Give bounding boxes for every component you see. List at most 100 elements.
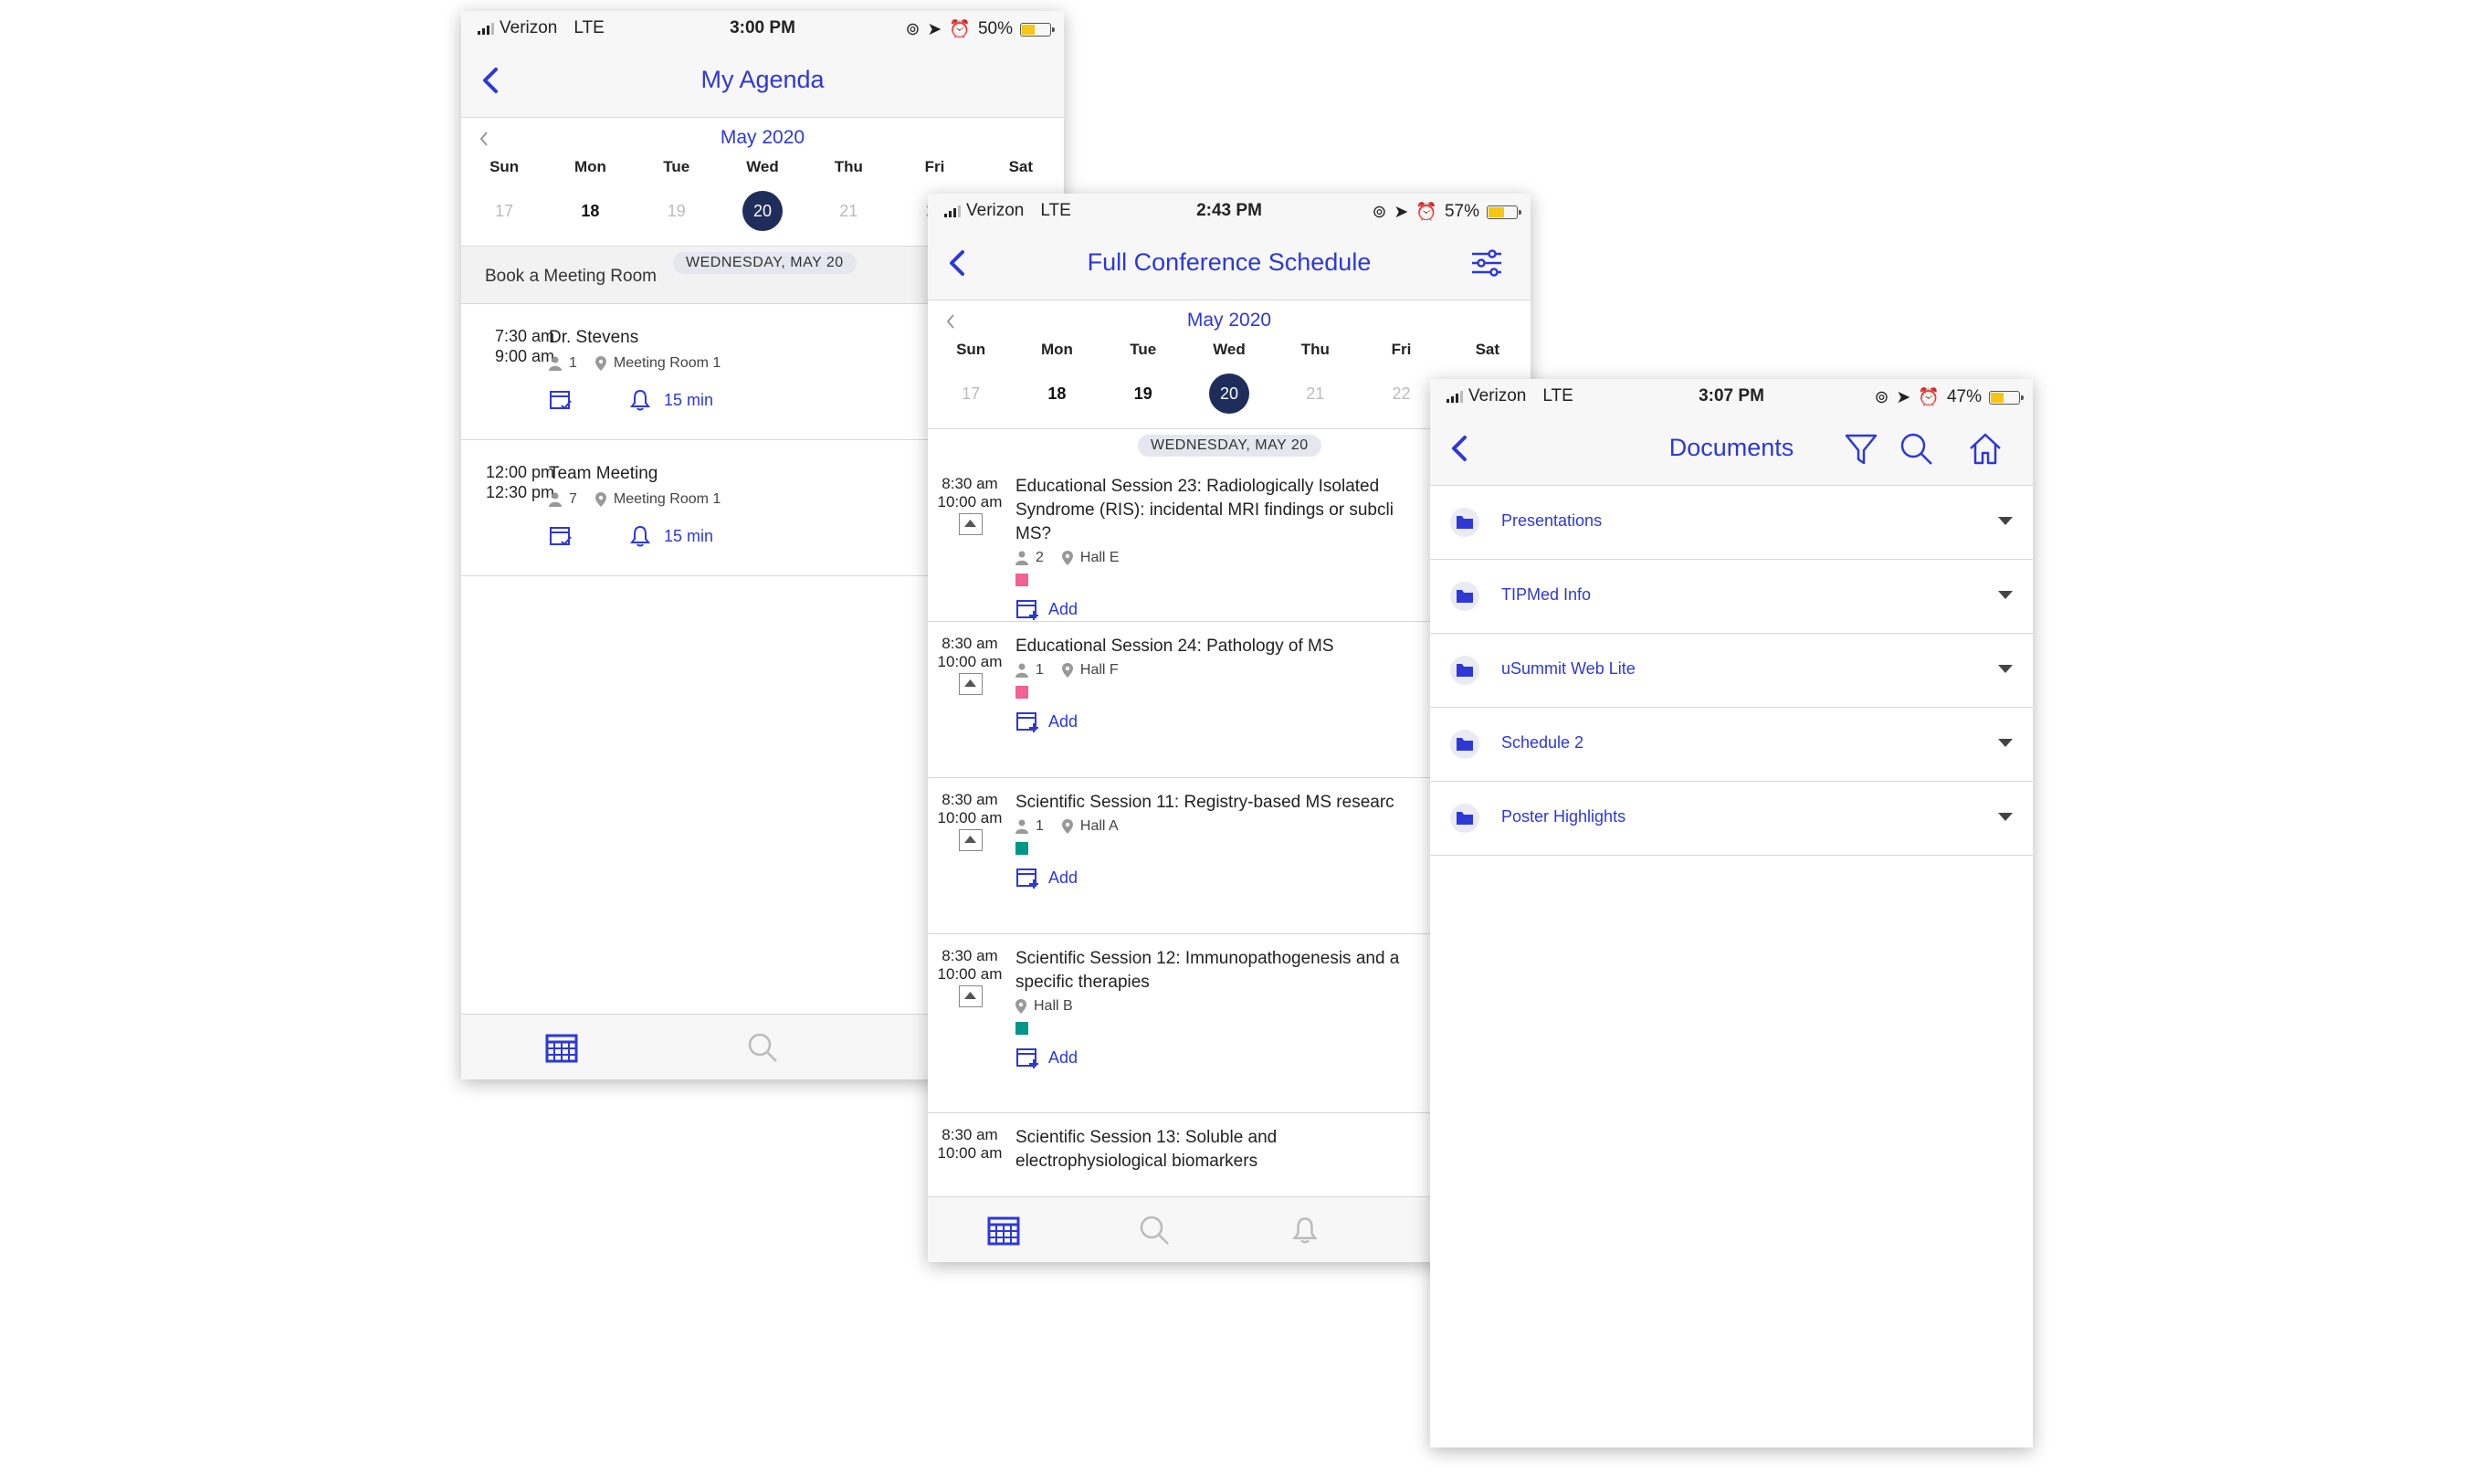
folder-row[interactable]: uSummit Web Lite <box>1430 634 2033 708</box>
status-bar: Verizon LTE 3:07 PM ⊚ ➤ ⏰ 47% <box>1430 379 2033 412</box>
folder-label: Poster Highlights <box>1501 807 1626 826</box>
location-pin-icon <box>594 356 606 371</box>
location-name: Meeting Room 1 <box>613 491 721 507</box>
expand-up-icon[interactable] <box>959 673 983 695</box>
tab-calendar[interactable] <box>461 1015 662 1079</box>
folder-row[interactable]: Poster Highlights <box>1430 782 2033 856</box>
location-name: Hall E <box>1079 550 1120 565</box>
expand-up-icon[interactable] <box>959 985 983 1007</box>
attendee-count: 2 <box>1036 550 1044 565</box>
reminder-time[interactable]: 15 min <box>664 391 713 410</box>
calendar-date[interactable]: 18 <box>1014 374 1099 414</box>
nav-bar: Full Conference Schedule <box>928 226 1531 300</box>
expand-caret-icon[interactable] <box>1998 739 2013 747</box>
location-name: Meeting Room 1 <box>613 355 721 371</box>
weekday-label: Sat <box>1475 341 1500 358</box>
day-header: WEDNESDAY, MAY 20 <box>673 252 857 274</box>
calendar-check-icon[interactable] <box>549 524 573 548</box>
folder-row[interactable]: Schedule 2 <box>1430 708 2033 782</box>
expand-caret-icon[interactable] <box>1998 665 2013 673</box>
weekday-row: Sun Mon Tue Wed Thu Fri Sat <box>928 341 1531 359</box>
location-name: Hall F <box>1079 662 1119 678</box>
battery-percent: 47% <box>1946 387 1982 406</box>
location-pin-icon <box>1061 819 1073 834</box>
bell-icon[interactable] <box>629 525 651 547</box>
calendar-date[interactable]: 19 <box>634 191 720 231</box>
calendar-add-icon <box>1016 868 1038 889</box>
search-icon <box>1140 1216 1169 1245</box>
bell-icon[interactable] <box>629 389 651 411</box>
calendar-date-selected[interactable]: 20 <box>720 191 805 231</box>
folder-label: TIPMed Info <box>1501 585 1592 604</box>
calendar-add-icon <box>1016 712 1038 732</box>
search-icon[interactable] <box>1898 430 1934 467</box>
weekday-label: Wed <box>1213 341 1246 358</box>
calendar-check-icon[interactable] <box>549 388 573 412</box>
page-title: Documents <box>1668 434 1794 461</box>
filter-sliders-icon[interactable] <box>1468 245 1505 281</box>
tab-search[interactable] <box>1078 1197 1229 1262</box>
expand-caret-icon[interactable] <box>1998 591 2013 599</box>
track-color-tag <box>1015 686 1028 699</box>
attendee-count: 1 <box>1036 818 1044 834</box>
calendar-date[interactable]: 17 <box>461 191 547 231</box>
add-label: Add <box>1048 711 1078 731</box>
add-label: Add <box>1048 1047 1078 1067</box>
weekday-label: Sun <box>489 158 520 175</box>
calendar-date[interactable]: 19 <box>1100 374 1186 414</box>
track-color-tag <box>1015 574 1028 586</box>
battery-percent: 57% <box>1444 202 1479 221</box>
weekday-label: Tue <box>663 158 690 175</box>
agenda-item-title: Dr. Stevens <box>549 328 639 347</box>
nav-bar: Documents <box>1430 412 2033 486</box>
expand-up-icon[interactable] <box>959 513 983 535</box>
calendar-grid-icon <box>987 1216 1019 1246</box>
folder-icon <box>1450 730 1479 759</box>
location-icon: ➤ <box>1896 387 1911 407</box>
folder-row[interactable]: Presentations <box>1430 486 2033 560</box>
calendar-date[interactable]: 17 <box>928 374 1014 414</box>
calendar-date[interactable]: 21 <box>1272 374 1358 414</box>
weekday-row: Sun Mon Tue Wed Thu Fri Sat <box>461 158 1064 176</box>
location-pin-icon <box>1015 999 1026 1014</box>
day-header: WEDNESDAY, MAY 20 <box>1138 435 1321 457</box>
folder-row[interactable]: TIPMed Info <box>1430 560 2033 634</box>
expand-up-icon[interactable] <box>959 829 983 851</box>
weekday-label: Wed <box>746 158 779 175</box>
reminder-time[interactable]: 15 min <box>664 527 713 546</box>
folder-label: Schedule 2 <box>1501 733 1584 752</box>
battery-icon <box>1020 22 1055 37</box>
page-title: Full Conference Schedule <box>1087 248 1372 276</box>
orientation-lock-icon: ⊚ <box>1372 202 1387 222</box>
location-pin-icon <box>594 492 606 507</box>
location-icon: ➤ <box>927 19 942 39</box>
tab-search[interactable] <box>662 1015 863 1079</box>
home-icon[interactable] <box>1967 430 2004 467</box>
calendar-date-selected[interactable]: 20 <box>1186 374 1272 414</box>
weekday-label: Fri <box>1391 341 1412 358</box>
start-time: 7:30 am <box>494 327 554 345</box>
weekday-label: Mon <box>1040 341 1073 358</box>
track-color-tag <box>1015 1022 1028 1035</box>
tab-notifications[interactable] <box>1229 1197 1380 1262</box>
filter-funnel-icon[interactable] <box>1843 430 1879 467</box>
end-time: 10:00 am <box>937 1144 1003 1162</box>
expand-caret-icon[interactable] <box>1998 517 2013 525</box>
alarm-icon: ⏰ <box>1918 388 1940 407</box>
folder-icon <box>1450 804 1479 833</box>
folder-label: Presentations <box>1501 511 1603 530</box>
folder-label: uSummit Web Lite <box>1501 659 1636 678</box>
location-pin-icon <box>1061 551 1073 565</box>
folder-icon <box>1450 582 1479 611</box>
expand-caret-icon[interactable] <box>1998 813 2013 821</box>
book-meeting-room-button[interactable]: Book a Meeting Room <box>485 267 657 287</box>
page-title: My Agenda <box>700 66 825 93</box>
tab-calendar[interactable] <box>928 1197 1078 1262</box>
weekday-label: Sat <box>1008 158 1034 175</box>
calendar-date[interactable]: 21 <box>805 191 891 231</box>
add-label: Add <box>1048 868 1078 887</box>
calendar-date[interactable]: 18 <box>547 191 633 231</box>
weekday-label: Thu <box>834 158 863 175</box>
person-icon <box>549 356 562 371</box>
calendar-add-icon <box>1016 1048 1038 1068</box>
